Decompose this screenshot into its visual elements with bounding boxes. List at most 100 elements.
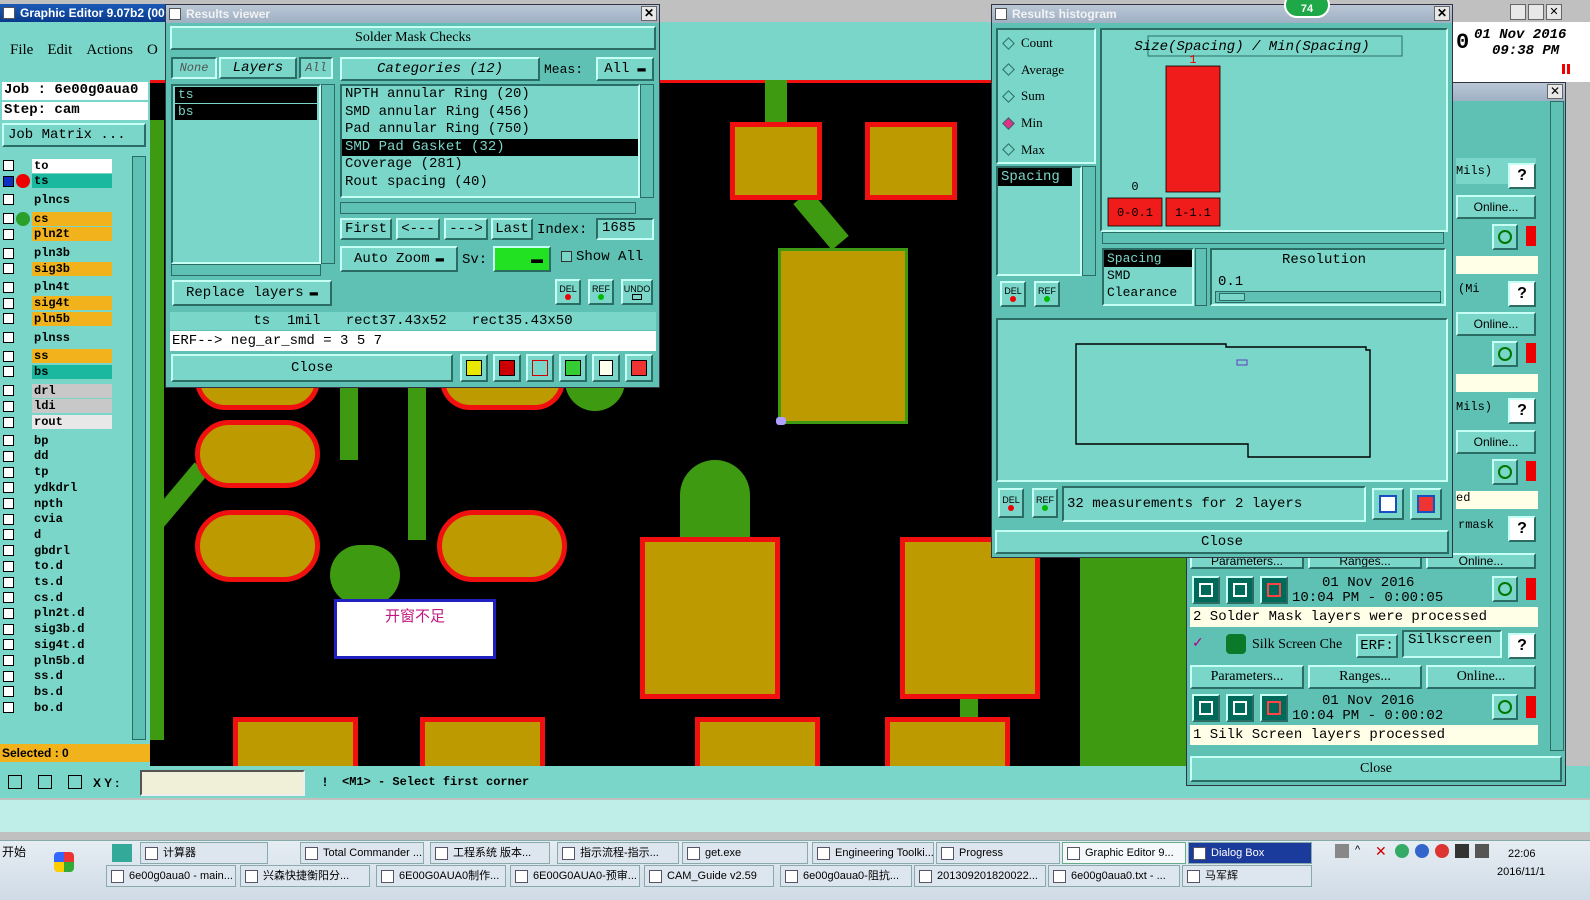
param-item[interactable]: Spacing — [1104, 250, 1192, 267]
layer-name[interactable]: sig3b — [32, 261, 112, 276]
online-button[interactable]: Online... — [1456, 430, 1536, 454]
histogram-bar[interactable] — [1165, 65, 1221, 193]
layer-row[interactable]: pln2t — [3, 227, 112, 242]
hist-del-button[interactable]: DEL — [1000, 281, 1026, 307]
param-scrollbar[interactable] — [1195, 248, 1207, 306]
layer-name[interactable]: ts.d — [32, 575, 112, 589]
layer-row[interactable]: sig3b.d — [3, 622, 112, 637]
resolution-slider[interactable] — [1215, 291, 1441, 303]
layer-name[interactable]: pln5b.d — [32, 653, 112, 668]
checks-scrollbar[interactable] — [1550, 101, 1564, 751]
layer-row[interactable]: rout — [3, 415, 112, 430]
layer-row[interactable]: ydkdrl — [3, 480, 112, 495]
layer-checkbox[interactable] — [3, 263, 14, 275]
xy-input[interactable] — [140, 770, 305, 796]
meas-select[interactable]: All ▬ — [596, 57, 654, 81]
tray-icon[interactable]: ✕ — [1375, 844, 1389, 858]
layer-checkbox[interactable] — [3, 466, 14, 478]
start-button[interactable]: 开始 — [0, 842, 44, 864]
metric-item[interactable]: Spacing — [998, 168, 1072, 186]
layer-name[interactable]: pln2t.d — [32, 606, 112, 621]
radio-diamond-icon[interactable] — [1002, 90, 1015, 103]
run-icon-button[interactable] — [1226, 576, 1254, 604]
record-icon-button[interactable] — [493, 354, 521, 382]
silk-checkbox[interactable]: ✓ — [1192, 634, 1206, 650]
layer-checkbox[interactable] — [3, 607, 14, 619]
stat-option[interactable]: Max — [998, 136, 1094, 163]
param-item[interactable]: Clearance — [1104, 284, 1192, 301]
layer-name[interactable]: plncs — [32, 192, 112, 207]
layer-row[interactable]: drl — [3, 383, 112, 398]
layer-checkbox[interactable] — [3, 545, 14, 557]
layer-name[interactable]: to — [32, 158, 112, 173]
layers-button[interactable]: Layers — [219, 57, 297, 79]
category-list[interactable]: NPTH annular Ring (20) SMD annular Ring (… — [340, 84, 640, 198]
layer-row[interactable]: sig4t.d — [3, 637, 112, 652]
category-hscroll[interactable] — [340, 202, 636, 214]
online-button[interactable]: Online... — [1426, 665, 1536, 689]
layer-row[interactable]: pln5b.d — [3, 653, 112, 668]
zoom-icon-button[interactable] — [1492, 341, 1518, 367]
parameters-button[interactable]: Parameters... — [1190, 665, 1304, 689]
checks-close-icon[interactable]: ✕ — [1547, 84, 1563, 99]
layer-checkbox[interactable] — [3, 366, 14, 378]
layer-row[interactable]: pln4t — [3, 280, 112, 295]
layer-checkbox[interactable] — [3, 529, 14, 541]
layer-name[interactable]: bs.d — [32, 684, 112, 699]
first-button[interactable]: First — [340, 218, 392, 240]
help-button[interactable]: ? — [1508, 398, 1536, 424]
taskbar-button[interactable]: Total Commander ... — [300, 842, 424, 864]
report-icon-button[interactable] — [1410, 488, 1442, 520]
taskbar-button[interactable]: CAM_Guide v2.59 — [644, 865, 774, 887]
layer-name[interactable]: bp — [32, 433, 112, 448]
layer-name[interactable]: rout — [32, 415, 112, 429]
layer-row[interactable]: ss.d — [3, 669, 112, 684]
taskbar-button[interactable]: 6e00g0aua0 - main... — [106, 865, 236, 887]
layer-name[interactable]: drl — [32, 383, 112, 398]
layer-name[interactable]: bs — [32, 364, 112, 379]
number-icon-button[interactable] — [559, 354, 587, 382]
layer-checkbox[interactable] — [3, 498, 14, 509]
help-button[interactable]: ? — [1508, 281, 1536, 307]
layer-checkbox[interactable] — [3, 175, 14, 187]
chart-icon-button[interactable] — [460, 354, 488, 382]
taskbar-button[interactable]: Progress — [936, 842, 1060, 864]
del-button[interactable]: DEL — [555, 279, 581, 305]
help-button[interactable]: ? — [1508, 163, 1536, 189]
preview-del-button[interactable]: DEL — [998, 488, 1024, 518]
layer-checkbox[interactable] — [3, 194, 14, 206]
layer-name[interactable]: sig4t.d — [32, 637, 112, 652]
zoom-icon-button[interactable] — [1492, 576, 1518, 602]
tray-icon[interactable] — [1455, 844, 1469, 858]
clear-icon-button[interactable] — [526, 354, 554, 382]
notes-icon-button[interactable] — [592, 354, 620, 382]
layer-row[interactable]: ss — [3, 349, 112, 364]
layer-row[interactable]: plnss — [3, 330, 112, 345]
layer-row[interactable]: ts — [3, 174, 112, 189]
layer-name[interactable]: ss.d — [32, 669, 112, 684]
ref-button[interactable]: REF — [588, 279, 614, 305]
layer-scrollbar[interactable] — [132, 156, 146, 740]
layer-name[interactable]: to.d — [32, 559, 112, 574]
layer-checkbox[interactable] — [3, 313, 14, 325]
layer-checkbox[interactable] — [3, 416, 14, 428]
metric-list[interactable]: Spacing — [996, 166, 1082, 276]
category-item[interactable]: NPTH annular Ring (20) — [342, 86, 638, 104]
taskbar-button[interactable]: 6e00g0aua0-阻抗... — [780, 865, 912, 887]
layer-select-list[interactable]: ts bs — [171, 84, 321, 264]
auto-zoom-select[interactable]: Auto Zoom ▬ — [340, 246, 458, 272]
layer-checkbox[interactable] — [3, 655, 14, 666]
last-button[interactable]: Last — [491, 218, 533, 240]
param-item[interactable]: SMD — [1104, 267, 1192, 284]
layer-name[interactable]: pln2t — [32, 227, 112, 242]
help-button[interactable]: ? — [1508, 633, 1536, 659]
none-button[interactable]: None — [171, 57, 217, 79]
layer-row[interactable]: cs.d — [3, 590, 112, 605]
taskbar-button[interactable]: 6e00g0aua0.txt - ... — [1048, 865, 1180, 887]
category-item[interactable]: Pad annular Ring (750) — [342, 121, 638, 139]
prev-button[interactable]: <--- — [396, 218, 440, 240]
layer-name[interactable]: cvia — [32, 512, 112, 527]
layer-checkbox[interactable] — [3, 400, 14, 412]
layer-checkbox[interactable] — [3, 482, 14, 494]
category-item[interactable]: SMD Pad Gasket (32) — [342, 138, 638, 157]
